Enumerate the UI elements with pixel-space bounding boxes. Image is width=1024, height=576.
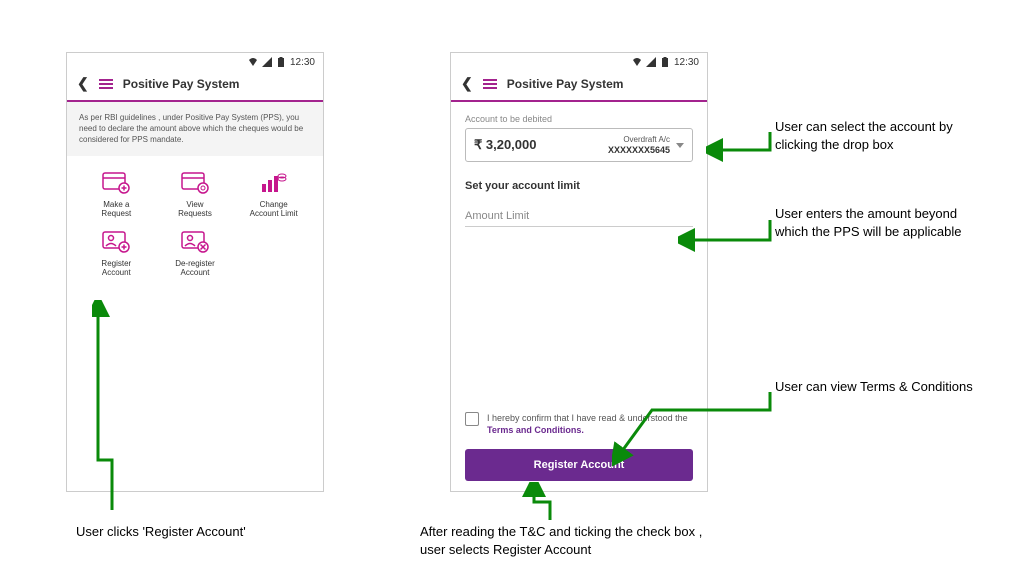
register-icon	[102, 231, 130, 253]
register-account-button[interactable]: Register Account	[77, 231, 156, 278]
request-icon	[102, 172, 130, 194]
menu-icon[interactable]	[483, 79, 497, 89]
annotation-view-tc: User can view Terms & Conditions	[775, 378, 975, 396]
signal-icon	[262, 57, 272, 67]
arrow-to-amount-input	[678, 218, 776, 258]
view-requests-button[interactable]: View Requests	[156, 172, 235, 219]
app-header: ❮ Positive Pay System	[67, 69, 323, 102]
grid-label: De-register Account	[175, 259, 215, 278]
arrow-to-dropdown	[706, 130, 776, 170]
status-time: 12:30	[674, 57, 699, 68]
status-time: 12:30	[290, 57, 315, 68]
account-dropdown[interactable]: ₹ 3,20,000 Overdraft A/c XXXXXXX5645	[465, 128, 693, 162]
action-grid: Make a Request View Requests Change Acco…	[67, 156, 323, 294]
info-text: As per RBI guidelines , under Positive P…	[67, 102, 323, 156]
page-title: Positive Pay System	[507, 77, 624, 91]
dropdown-amount: ₹ 3,20,000	[474, 137, 537, 153]
status-bar: 12:30	[451, 53, 707, 69]
deregister-account-button[interactable]: De-register Account	[156, 231, 235, 278]
wifi-icon	[632, 57, 642, 67]
form-body: Account to be debited ₹ 3,20,000 Overdra…	[451, 102, 707, 227]
annotation-register-click: User clicks 'Register Account'	[76, 523, 246, 541]
annotation-after-tc: After reading the T&C and ticking the ch…	[420, 523, 720, 558]
limit-section-title: Set your account limit	[465, 180, 693, 192]
wifi-icon	[248, 57, 258, 67]
terms-checkbox[interactable]	[465, 412, 479, 426]
signal-icon	[646, 57, 656, 67]
arrow-to-cta	[520, 482, 600, 522]
arrow-to-tc	[612, 390, 776, 470]
annotation-select-account: User can select the account by clicking …	[775, 118, 975, 153]
arrow-to-register	[92, 300, 132, 520]
grid-label: View Requests	[178, 200, 212, 219]
page-title: Positive Pay System	[123, 77, 240, 91]
back-icon[interactable]: ❮	[461, 75, 473, 92]
deregister-icon	[181, 231, 209, 253]
account-label: Account to be debited	[465, 114, 693, 124]
grid-label: Change Account Limit	[250, 200, 298, 219]
status-bar: 12:30	[67, 53, 323, 69]
dropdown-account-info: Overdraft A/c XXXXXXX5645	[608, 135, 670, 155]
view-icon	[181, 172, 209, 194]
terms-link[interactable]: Terms and Conditions.	[487, 425, 584, 435]
amount-limit-input[interactable]	[465, 208, 693, 227]
app-header: ❮ Positive Pay System	[451, 69, 707, 102]
battery-icon	[660, 57, 670, 67]
make-request-button[interactable]: Make a Request	[77, 172, 156, 219]
menu-icon[interactable]	[99, 79, 113, 89]
grid-label: Make a Request	[101, 200, 131, 219]
limit-icon	[260, 172, 288, 194]
annotation-enter-amount: User enters the amount beyond which the …	[775, 205, 985, 240]
back-icon[interactable]: ❮	[77, 75, 89, 92]
chevron-down-icon	[676, 143, 684, 148]
grid-label: Register Account	[101, 259, 131, 278]
battery-icon	[276, 57, 286, 67]
change-limit-button[interactable]: Change Account Limit	[234, 172, 313, 219]
